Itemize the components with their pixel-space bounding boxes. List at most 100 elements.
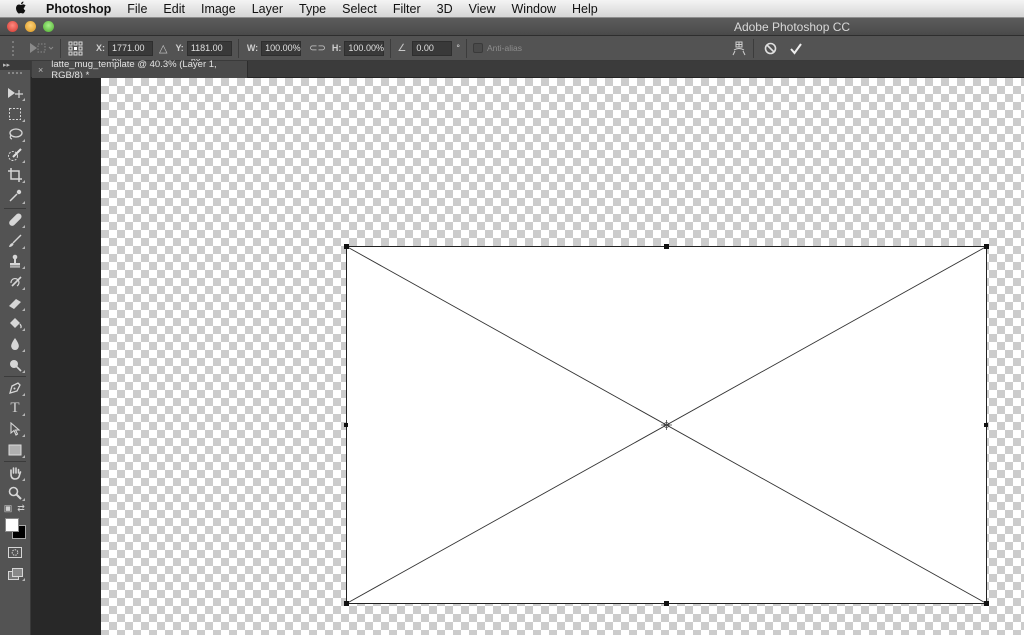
- menu-app-photoshop[interactable]: Photoshop: [38, 2, 119, 16]
- x-position-input[interactable]: 1771.00 px: [108, 40, 153, 66]
- link-icon[interactable]: ⊂⊃: [309, 43, 326, 54]
- blur-tool-button[interactable]: [4, 335, 26, 353]
- hand-tool-button[interactable]: [4, 464, 26, 482]
- document-tab[interactable]: × latte_mug_template @ 40.3% (Layer 1, R…: [32, 59, 248, 81]
- degree-symbol: °: [456, 43, 460, 53]
- tools-divider: [4, 461, 26, 462]
- options-bar-grip[interactable]: [12, 40, 16, 56]
- move-icon: [8, 88, 23, 98]
- eyedropper-icon: [9, 189, 22, 202]
- height-label: H:: [331, 43, 342, 53]
- commit-transform-icon[interactable]: [788, 40, 804, 56]
- menu-select[interactable]: Select: [334, 2, 385, 16]
- width-scale-input[interactable]: 100.00%: [261, 40, 302, 56]
- menu-file[interactable]: File: [119, 2, 155, 16]
- transform-handle-bottom-right[interactable]: [984, 601, 989, 606]
- type-tool-button[interactable]: T: [4, 399, 26, 417]
- tools-divider: [4, 376, 26, 377]
- quick-selection-icon: [8, 148, 22, 161]
- y-position-input[interactable]: 1181.00 px: [186, 40, 232, 66]
- rectangle-tool-button[interactable]: [4, 441, 26, 459]
- clone-stamp-tool-button[interactable]: [4, 252, 26, 270]
- reference-point-grid-icon[interactable]: [67, 40, 83, 56]
- screen-mode-button[interactable]: [4, 566, 26, 582]
- foreground-color-swatch[interactable]: [5, 518, 19, 532]
- antialias-checkbox[interactable]: [473, 43, 483, 53]
- crop-icon: [8, 168, 22, 182]
- paint-bucket-icon: [10, 318, 22, 329]
- menu-image[interactable]: Image: [193, 2, 244, 16]
- transform-handle-top-left[interactable]: [344, 244, 349, 249]
- eraser-tool-button[interactable]: [4, 294, 26, 312]
- window-titlebar: Adobe Photoshop CC: [0, 18, 1024, 36]
- antialias-label: Anti-alias: [487, 43, 522, 53]
- move-tool-button[interactable]: [4, 84, 26, 102]
- eyedropper-tool-button[interactable]: [4, 187, 26, 205]
- lasso-icon: [9, 128, 23, 140]
- cancel-transform-icon[interactable]: [762, 40, 778, 56]
- quick-mask-button[interactable]: [5, 545, 25, 559]
- swap-colors-button[interactable]: ⇄: [15, 502, 27, 514]
- transform-handle-top-center[interactable]: [664, 244, 669, 249]
- transform-handle-middle-left[interactable]: [344, 423, 348, 427]
- menu-layer[interactable]: Layer: [244, 2, 291, 16]
- history-brush-tool-button[interactable]: [4, 273, 26, 291]
- angle-icon: ∠: [397, 42, 407, 54]
- quick-selection-tool-button[interactable]: [4, 146, 26, 164]
- tools-panel-grip[interactable]: [8, 72, 22, 78]
- default-colors-button[interactable]: ▣: [2, 502, 14, 514]
- pen-icon: [9, 382, 21, 394]
- transform-handle-top-right[interactable]: [984, 244, 989, 249]
- paint-bucket-tool-button[interactable]: [4, 314, 26, 332]
- menu-filter[interactable]: Filter: [385, 2, 429, 16]
- default-colors-icon: ▣: [3, 502, 13, 513]
- height-scale-input[interactable]: 100.00%: [344, 40, 385, 56]
- menu-help[interactable]: Help: [564, 2, 606, 16]
- pen-tool-button[interactable]: [4, 379, 26, 397]
- divider: [753, 39, 754, 58]
- crop-tool-button[interactable]: [4, 166, 26, 184]
- transform-tool-icon: [30, 43, 54, 53]
- rectangular-marquee-icon: [9, 108, 21, 120]
- swap-colors-icon: ⇄: [17, 502, 25, 513]
- history-brush-icon: [10, 276, 22, 287]
- hand-icon: [10, 467, 22, 480]
- path-selection-tool-button[interactable]: [4, 420, 26, 438]
- transform-handle-middle-right[interactable]: [984, 423, 988, 427]
- marquee-tool-button[interactable]: [4, 105, 26, 123]
- document-tab-bar: × latte_mug_template @ 40.3% (Layer 1, R…: [0, 59, 1024, 81]
- pasteboard: [31, 78, 101, 635]
- tools-divider: [4, 208, 26, 209]
- stamp-icon: [10, 254, 20, 268]
- rotation-angle-input[interactable]: 0.00: [412, 40, 453, 56]
- type-icon: T: [10, 399, 20, 416]
- transform-handle-bottom-left[interactable]: [344, 601, 349, 606]
- brush-icon: [9, 234, 22, 247]
- brush-tool-button[interactable]: [4, 232, 26, 250]
- dodge-icon: [10, 360, 22, 372]
- spot-healing-tool-button[interactable]: [4, 211, 26, 229]
- menu-3d[interactable]: 3D: [429, 2, 461, 16]
- apple-menu-icon[interactable]: [6, 1, 36, 17]
- layer-1-white-rectangle[interactable]: [346, 246, 986, 603]
- window-title: Adobe Photoshop CC: [733, 20, 851, 34]
- y-label: Y:: [175, 43, 184, 53]
- transform-handle-bottom-center[interactable]: [664, 601, 669, 606]
- zoom-tool-button[interactable]: [4, 484, 26, 502]
- lasso-tool-button[interactable]: [4, 125, 26, 143]
- warp-mode-icon[interactable]: [731, 40, 747, 56]
- collapse-tools-panel-button[interactable]: ▸▸: [0, 61, 30, 70]
- menu-view[interactable]: View: [461, 2, 504, 16]
- tool-preset-picker[interactable]: [28, 40, 54, 56]
- screen-mode-icon: [7, 568, 23, 580]
- menu-window[interactable]: Window: [504, 2, 564, 16]
- divider: [237, 38, 239, 58]
- menu-type[interactable]: Type: [291, 2, 334, 16]
- menu-edit[interactable]: Edit: [155, 2, 193, 16]
- dodge-tool-button[interactable]: [4, 356, 26, 374]
- eraser-icon: [9, 299, 21, 309]
- relative-position-icon[interactable]: △: [159, 42, 167, 55]
- mac-menubar: Photoshop File Edit Image Layer Type Sel…: [0, 0, 1024, 18]
- close-document-icon[interactable]: ×: [38, 65, 43, 75]
- x-label: X:: [96, 43, 105, 53]
